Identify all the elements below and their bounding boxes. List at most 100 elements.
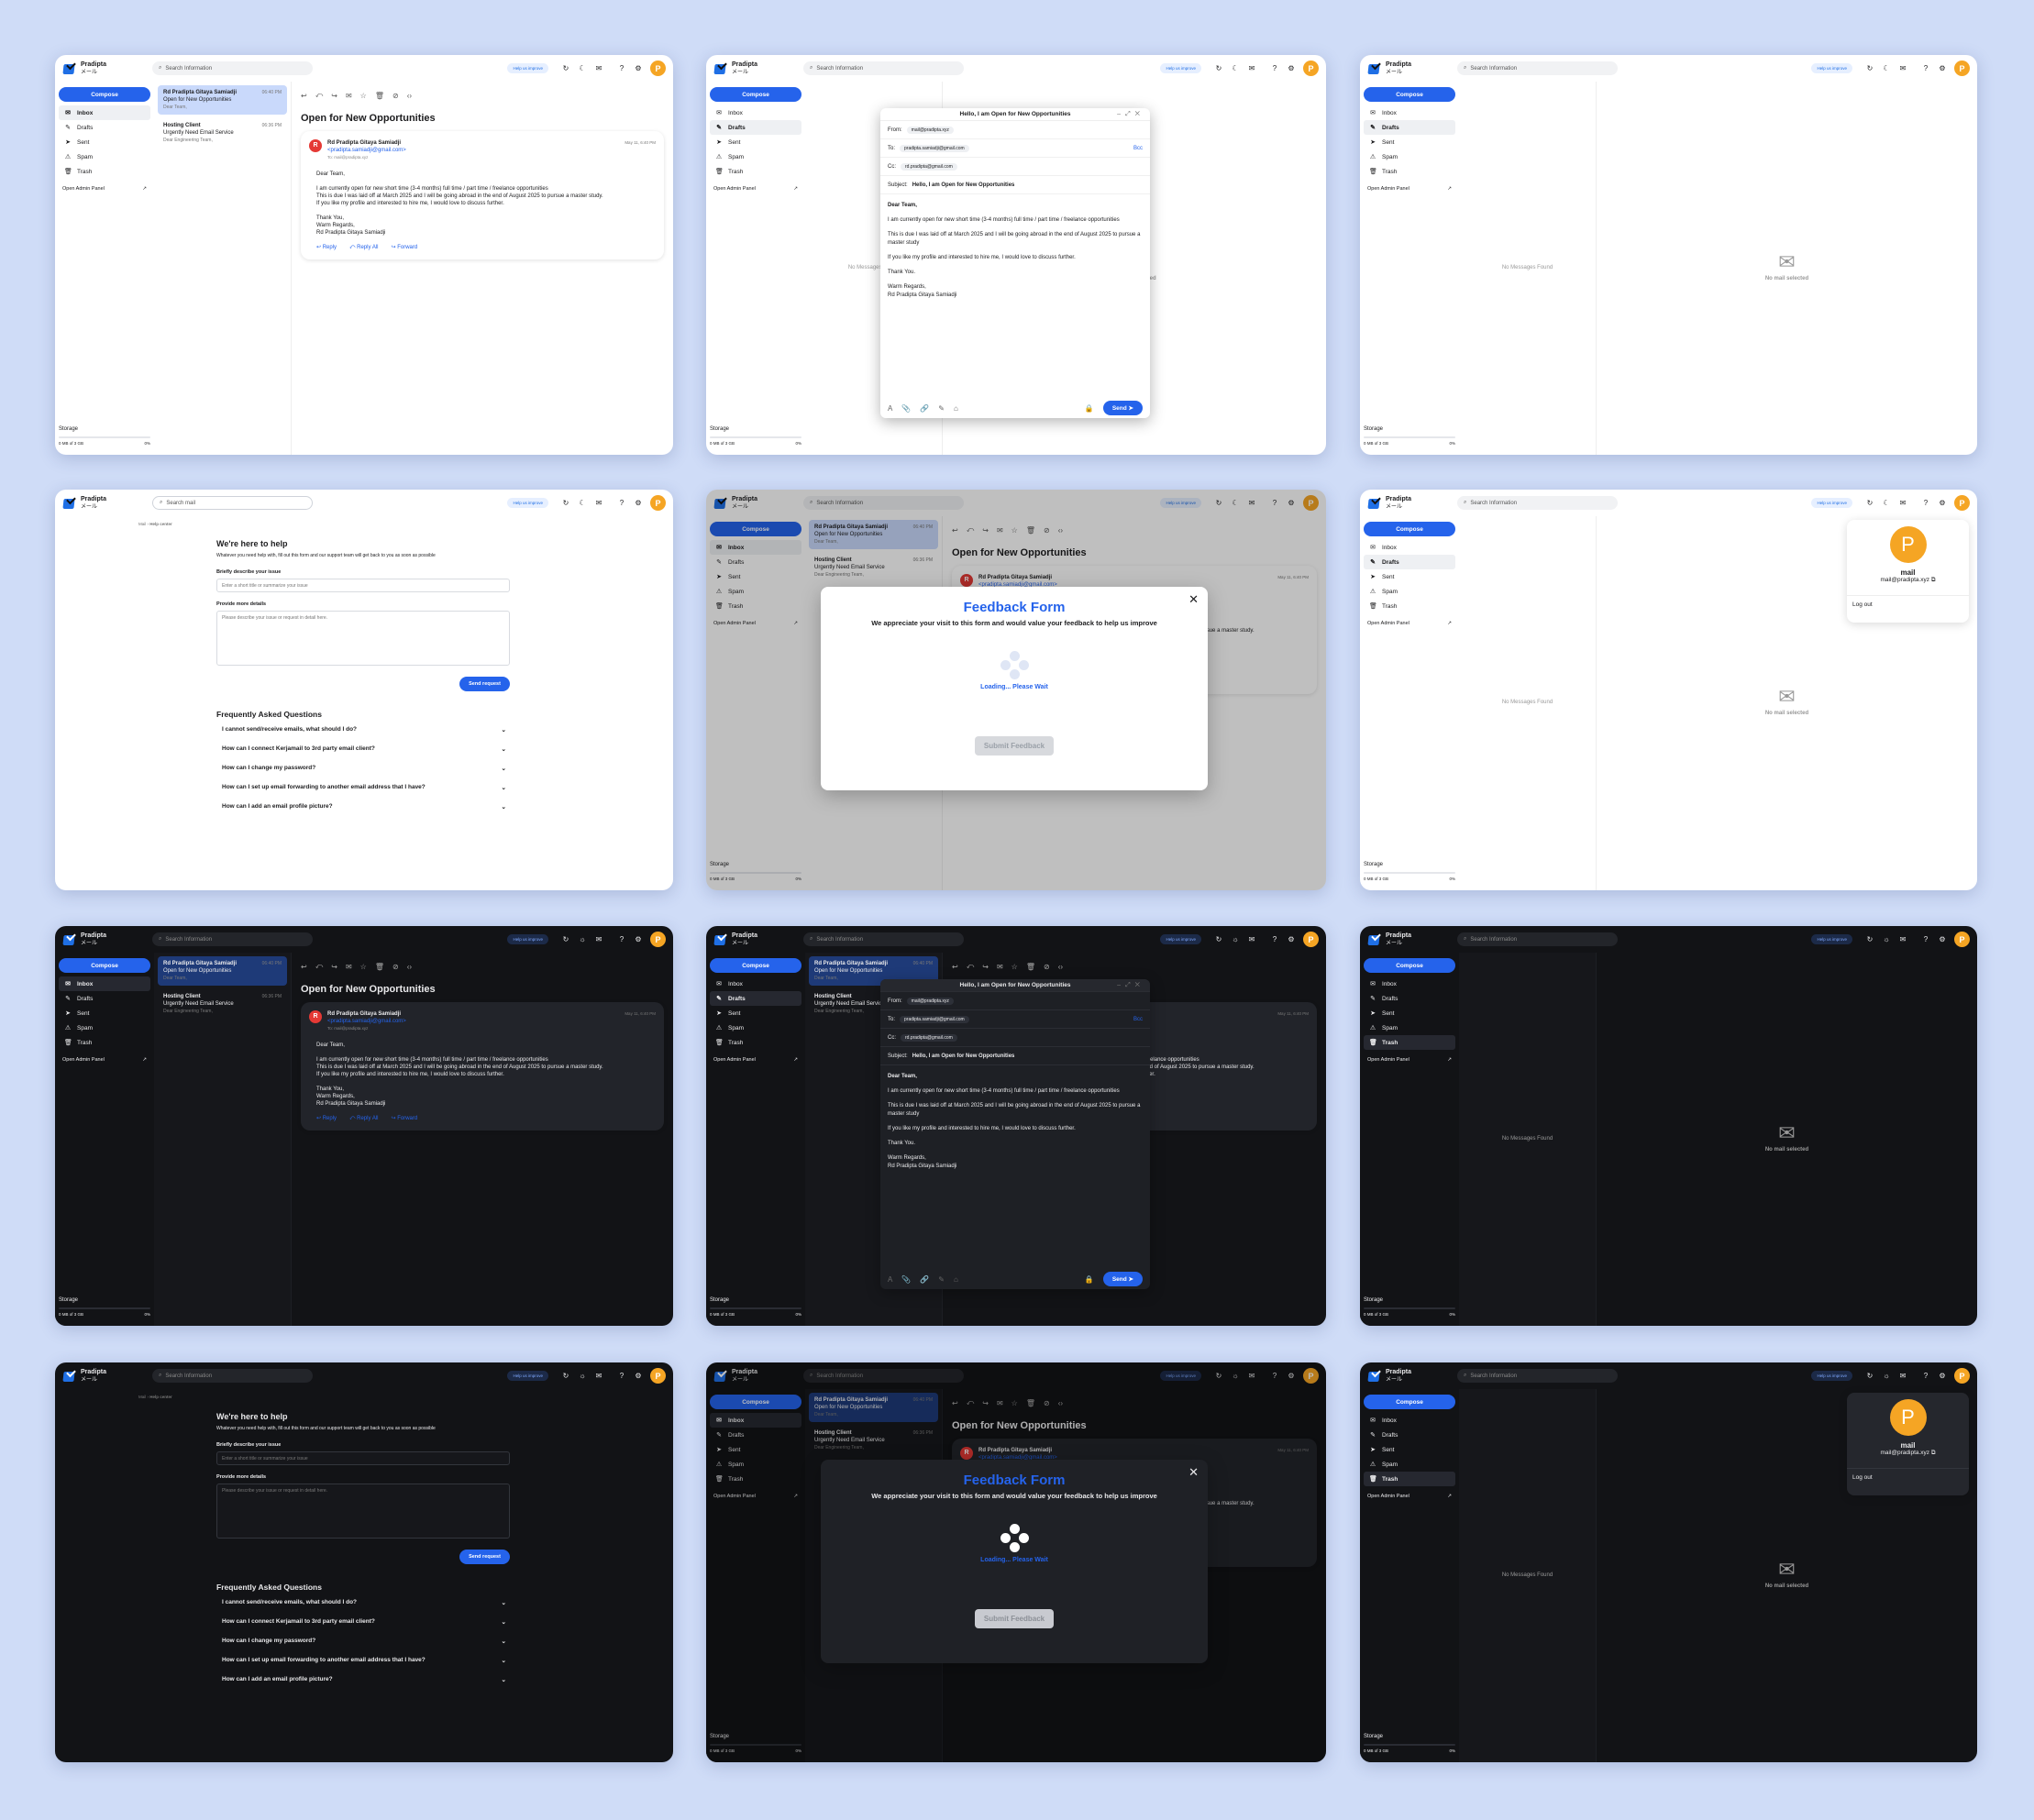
avatar[interactable]: P xyxy=(1303,61,1319,76)
logout-button[interactable]: Log out xyxy=(1847,595,1969,613)
compose-body[interactable]: Dear Team, I am currently open for new sh… xyxy=(880,194,1150,307)
logout-button[interactable]: Log out xyxy=(1847,1468,1969,1486)
compose-button[interactable]: Compose xyxy=(59,87,150,102)
mail-icon[interactable]: ✉ xyxy=(1899,64,1907,72)
help-improve-button[interactable]: Help us improve xyxy=(507,498,548,508)
search-input[interactable]: ⌕ Search Information xyxy=(152,1369,313,1383)
send-button[interactable]: Send ➤ xyxy=(1102,1272,1143,1286)
code-icon[interactable]: ‹› xyxy=(1058,963,1063,971)
mail-icon[interactable]: ✉ xyxy=(1899,1372,1907,1380)
sidebar-item-inbox[interactable]: ✉ Inbox xyxy=(59,976,150,991)
sidebar-item-spam[interactable]: ⚠ Spam xyxy=(1364,584,1455,599)
refresh-icon[interactable]: ↻ xyxy=(1866,935,1874,943)
star-icon[interactable]: ☆ xyxy=(360,963,367,971)
sender-email[interactable]: <pradipta.samiadji@gmail.com> xyxy=(327,1018,619,1025)
search-input[interactable]: ⌕ Search mail xyxy=(152,496,313,510)
send-button[interactable]: Send ➤ xyxy=(1102,401,1143,415)
sidebar-item-inbox[interactable]: ✉ Inbox xyxy=(710,976,801,991)
sidebar-item-spam[interactable]: ⚠ Spam xyxy=(59,149,150,164)
sidebar-item-trash[interactable]: 🗑 Trash xyxy=(1364,1472,1455,1486)
star-icon[interactable]: ☆ xyxy=(1011,963,1018,971)
search-input[interactable]: ⌕ Search Information xyxy=(803,61,964,75)
sidebar-item-trash[interactable]: 🗑 Trash xyxy=(59,1035,150,1050)
help-icon[interactable]: ? xyxy=(618,499,625,507)
help-icon[interactable]: ? xyxy=(1922,935,1929,943)
mail-icon[interactable]: ✉ xyxy=(595,935,602,943)
logo[interactable]: Pradipta メール xyxy=(62,1369,152,1384)
sidebar-item-trash[interactable]: 🗑 Trash xyxy=(710,1035,801,1050)
close-icon[interactable]: ✕ xyxy=(1188,1465,1199,1480)
avatar[interactable]: P xyxy=(1954,495,1970,511)
compose-button[interactable]: Compose xyxy=(1364,522,1455,536)
logo[interactable]: Pradipta メール xyxy=(1367,1369,1457,1384)
window-controls-icon[interactable]: –⤢✕ xyxy=(1117,111,1144,118)
search-input[interactable]: ⌕ Search Information xyxy=(1457,61,1618,75)
mail-icon[interactable]: ✉ xyxy=(997,963,1003,971)
forward-button[interactable]: ↪ Forward xyxy=(391,1115,417,1122)
help-icon[interactable]: ? xyxy=(1271,64,1278,72)
gear-icon[interactable]: ⚙ xyxy=(635,64,642,72)
faq-item[interactable]: I cannot send/receive emails, what shoul… xyxy=(222,1599,506,1606)
block-icon[interactable]: ⊘ xyxy=(392,963,399,971)
faq-item[interactable]: How can I connect Kerjamail to 3rd party… xyxy=(222,745,506,753)
subject-field[interactable]: Subject: Hello, I am Open for New Opportu… xyxy=(880,176,1150,194)
delete-icon[interactable]: 🗑 xyxy=(375,92,384,100)
refresh-icon[interactable]: ↻ xyxy=(562,1372,569,1380)
search-input[interactable]: ⌕ Search Information xyxy=(152,932,313,946)
logo[interactable]: Pradipta メール xyxy=(1367,496,1457,511)
forward-button[interactable]: ↪ Forward xyxy=(391,244,417,251)
from-field[interactable]: From: mail@pradipta.xyz xyxy=(880,992,1150,1010)
attach-icon[interactable]: 📎 xyxy=(901,404,911,413)
theme-toggle-icon[interactable]: ☼ xyxy=(579,935,586,943)
help-icon[interactable]: ? xyxy=(1922,1372,1929,1380)
mail-icon[interactable]: ✉ xyxy=(1248,64,1255,72)
list-item[interactable]: Hosting Client06:36 PM Urgently Need Ema… xyxy=(158,118,287,148)
reply-all-icon[interactable]: ⤺ xyxy=(315,962,324,971)
sidebar-item-sent[interactable]: ➤ Sent xyxy=(1364,569,1455,584)
avatar[interactable]: P xyxy=(1954,61,1970,76)
forward-icon[interactable]: ↪ xyxy=(331,963,337,971)
send-request-button[interactable]: Send request xyxy=(459,1550,510,1564)
search-input[interactable]: ⌕ Search Information xyxy=(1457,496,1618,510)
faq-item[interactable]: How can I change my password? ⌄ xyxy=(222,765,506,772)
theme-toggle-icon[interactable]: ☼ xyxy=(1883,935,1890,943)
avatar[interactable]: P xyxy=(650,61,666,76)
gear-icon[interactable]: ⚙ xyxy=(1939,1372,1946,1380)
details-textarea[interactable]: Please describe your issue or request in… xyxy=(216,611,510,666)
logo[interactable]: Pradipta メール xyxy=(62,932,152,947)
reply-all-button[interactable]: ⤺ Reply All xyxy=(349,244,378,251)
to-field[interactable]: To: pradipta.samiadji@gmail.com Bcc xyxy=(880,139,1150,158)
help-improve-button[interactable]: Help us improve xyxy=(1811,498,1852,508)
attach-icon[interactable]: 📎 xyxy=(901,1275,911,1284)
sidebar-item-sent[interactable]: ➤ Sent xyxy=(1364,1442,1455,1457)
list-item[interactable]: Rd Pradipta Gitaya Samiadji 06:40 PM Open… xyxy=(158,956,287,986)
help-improve-button[interactable]: Help us improve xyxy=(1160,63,1201,73)
open-admin-panel[interactable]: Open Admin Panel ↗ xyxy=(1364,621,1455,626)
format-icon[interactable]: A xyxy=(888,1275,892,1284)
search-input[interactable]: ⌕ Search Information xyxy=(152,61,313,75)
refresh-icon[interactable]: ↻ xyxy=(1866,1372,1874,1380)
pen-icon[interactable]: ✎ xyxy=(938,404,945,413)
faq-item[interactable]: How can I change my password? ⌄ xyxy=(222,1638,506,1645)
faq-item[interactable]: How can I add an email profile picture? ⌄ xyxy=(222,1676,506,1683)
help-improve-button[interactable]: Help us improve xyxy=(507,934,548,944)
sidebar-item-sent[interactable]: ➤ Sent xyxy=(710,135,801,149)
refresh-icon[interactable]: ↻ xyxy=(1866,499,1874,507)
submit-feedback-button[interactable]: Submit Feedback xyxy=(974,1609,1055,1628)
refresh-icon[interactable]: ↻ xyxy=(1866,64,1874,72)
mail-icon[interactable]: ✉ xyxy=(1899,499,1907,507)
block-icon[interactable]: ⊘ xyxy=(392,92,399,100)
avatar[interactable]: P xyxy=(650,1368,666,1384)
sidebar-item-spam[interactable]: ⚠ Spam xyxy=(59,1020,150,1035)
sidebar-item-sent[interactable]: ➤ Sent xyxy=(710,1006,801,1020)
mail-icon[interactable]: ✉ xyxy=(595,1372,602,1380)
bcc-button[interactable]: Bcc xyxy=(1133,146,1143,151)
link-icon[interactable]: 🔗 xyxy=(920,404,929,413)
code-icon[interactable]: ‹› xyxy=(407,92,412,100)
open-admin-panel[interactable]: Open Admin Panel ↗ xyxy=(59,186,150,192)
refresh-icon[interactable]: ↻ xyxy=(562,64,569,72)
mail-icon[interactable]: ✉ xyxy=(1248,935,1255,943)
format-icon[interactable]: A xyxy=(888,404,892,413)
help-icon[interactable]: ? xyxy=(618,64,625,72)
gear-icon[interactable]: ⚙ xyxy=(635,1372,642,1380)
